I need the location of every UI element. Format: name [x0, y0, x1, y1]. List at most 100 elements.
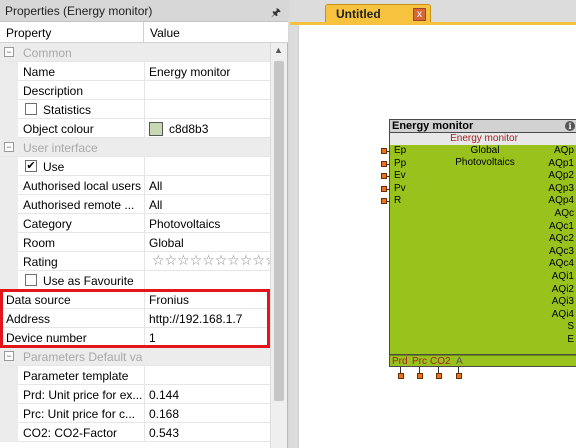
collapse-icon[interactable]: −: [4, 142, 14, 152]
property-label: CO2: CO2-Factor: [23, 426, 118, 440]
authorised-remote-value[interactable]: All: [149, 198, 162, 212]
pin-label: AQi1: [551, 271, 574, 282]
property-label: Parameter template: [23, 369, 129, 383]
properties-panel: Properties (Energy monitor) 🖈 Property V…: [0, 0, 288, 448]
property-label: Category: [23, 217, 72, 231]
parameter-port-icon[interactable]: [417, 373, 423, 379]
object-colour-value[interactable]: c8d8b3: [149, 122, 208, 136]
block-subtitle: Energy monitor: [389, 133, 576, 145]
row-rating[interactable]: Rating ☆☆☆☆☆☆☆☆☆☆: [0, 252, 270, 271]
pin-label: AQp3: [548, 182, 574, 194]
property-label: Data source: [6, 293, 71, 307]
parameter-pin-1[interactable]: [398, 367, 404, 381]
device-number-value[interactable]: 1: [149, 331, 156, 345]
row-authorised-remote[interactable]: Authorised remote ... All: [0, 195, 270, 214]
category-value[interactable]: Photovoltaics: [149, 217, 220, 231]
block-room: Global: [470, 145, 500, 156]
row-parameter-template[interactable]: Parameter template: [0, 366, 270, 385]
collapse-icon[interactable]: −: [4, 47, 14, 57]
row-use-as-favourite[interactable]: Use as Favourite: [0, 271, 270, 290]
pin-label: AQc: [554, 208, 574, 219]
group-parameters[interactable]: − Parameters Default value: [0, 347, 270, 366]
row-category[interactable]: Category Photovoltaics: [0, 214, 270, 233]
column-value[interactable]: Value: [150, 26, 180, 40]
row-address[interactable]: Address http://192.168.1.7: [0, 309, 270, 328]
pin-label: AQc2: [548, 233, 574, 245]
parameter-port-icon[interactable]: [436, 373, 442, 379]
parameter-pin-4[interactable]: [456, 367, 462, 381]
co2-value[interactable]: 0.543: [149, 426, 179, 440]
row-name[interactable]: Name Energy monitor: [0, 62, 270, 81]
prc-value[interactable]: 0.168: [149, 407, 179, 421]
favourite-checkbox[interactable]: [25, 274, 37, 286]
tab-untitled[interactable]: Untitled x: [325, 4, 431, 23]
row-authorised-local[interactable]: Authorised local users All: [0, 176, 270, 195]
name-value[interactable]: Energy monitor: [149, 65, 230, 79]
info-icon[interactable]: i: [565, 121, 575, 131]
property-label: Object colour: [23, 122, 94, 136]
parameter-pin-3[interactable]: [436, 367, 442, 381]
property-label: Prd: Unit price for ex...: [23, 388, 143, 402]
column-property[interactable]: Property: [6, 26, 51, 40]
pin-label: AQi4: [551, 308, 574, 320]
property-label: Device number: [6, 331, 87, 345]
property-label: Room: [23, 236, 56, 250]
design-canvas[interactable]: Energy monitor i Energy monitor Global P…: [298, 25, 576, 448]
pin-label: Ep: [394, 145, 407, 156]
pin-label: AQp: [553, 145, 574, 156]
row-use[interactable]: ✔ Use: [0, 157, 270, 176]
use-checkbox[interactable]: ✔: [25, 160, 37, 172]
block-body[interactable]: Global Photovoltaics Ep Pp Ev Pv R AQp AQp1 AQ…: [381, 145, 576, 355]
column-divider[interactable]: [143, 22, 144, 43]
property-label: Rating: [23, 255, 58, 269]
group-label: User interface: [23, 141, 98, 155]
group-label: Parameters Default value: [23, 350, 143, 364]
row-data-source[interactable]: Data source Fronius: [0, 290, 270, 309]
address-value[interactable]: http://192.168.1.7: [149, 312, 242, 326]
row-object-colour[interactable]: Object colour c8d8b3: [0, 119, 270, 138]
pin-label: AQc4: [548, 258, 574, 270]
footer-label-prd: Prd: [392, 356, 408, 367]
parameter-port-icon[interactable]: [456, 373, 462, 379]
property-label: Description: [23, 84, 84, 98]
block-title[interactable]: Energy monitor i: [389, 119, 576, 133]
group-user-interface[interactable]: − User interface: [0, 138, 270, 157]
energy-monitor-block[interactable]: Energy monitor i Energy monitor Global P…: [381, 119, 576, 379]
footer-label-prc: Prc: [412, 356, 427, 367]
scroll-thumb[interactable]: [274, 61, 284, 401]
row-description[interactable]: Description: [0, 81, 270, 100]
property-label: Address: [6, 312, 51, 326]
pin-label: AQp4: [548, 195, 574, 207]
row-device-number[interactable]: Device number 1: [0, 328, 270, 347]
parameter-pin-2[interactable]: [417, 367, 423, 381]
room-value[interactable]: Global: [149, 236, 184, 250]
pin-label: Pv: [394, 182, 406, 194]
row-prc[interactable]: Prc: Unit price for c... 0.168: [0, 404, 270, 423]
parameter-port-icon[interactable]: [398, 373, 404, 379]
collapse-icon[interactable]: −: [4, 351, 14, 361]
group-common[interactable]: − Common: [0, 43, 270, 62]
close-icon[interactable]: x: [413, 8, 426, 21]
property-label: Prc: Unit price for c...: [23, 407, 136, 421]
pin-label: Ev: [394, 170, 406, 182]
pin-icon[interactable]: 🖈: [271, 4, 281, 23]
pin-label: AQc3: [548, 245, 574, 257]
scroll-up-icon[interactable]: ▲: [274, 45, 283, 55]
prd-value[interactable]: 0.144: [149, 388, 179, 402]
colour-swatch[interactable]: [149, 122, 163, 136]
panel-title-text: Properties (Energy monitor): [5, 4, 153, 18]
row-prd[interactable]: Prd: Unit price for ex... 0.144: [0, 385, 270, 404]
pin-label: R: [394, 195, 402, 207]
row-statistics[interactable]: Statistics: [0, 100, 270, 119]
rating-stars-icon[interactable]: ☆☆☆☆☆☆☆☆☆☆: [152, 253, 270, 269]
document-area: Untitled x Energy monitor i Energy monit…: [290, 0, 576, 448]
data-source-value[interactable]: Fronius: [149, 293, 189, 307]
row-co2[interactable]: CO2: CO2-Factor 0.543: [0, 423, 270, 442]
pin-label: AQi2: [551, 283, 574, 295]
pin-label: S: [567, 321, 574, 333]
property-label: Statistics: [43, 103, 92, 117]
vertical-scrollbar[interactable]: ▲: [270, 43, 287, 448]
row-room[interactable]: Room Global: [0, 233, 270, 252]
authorised-local-value[interactable]: All: [149, 179, 162, 193]
statistics-checkbox[interactable]: [25, 103, 37, 115]
